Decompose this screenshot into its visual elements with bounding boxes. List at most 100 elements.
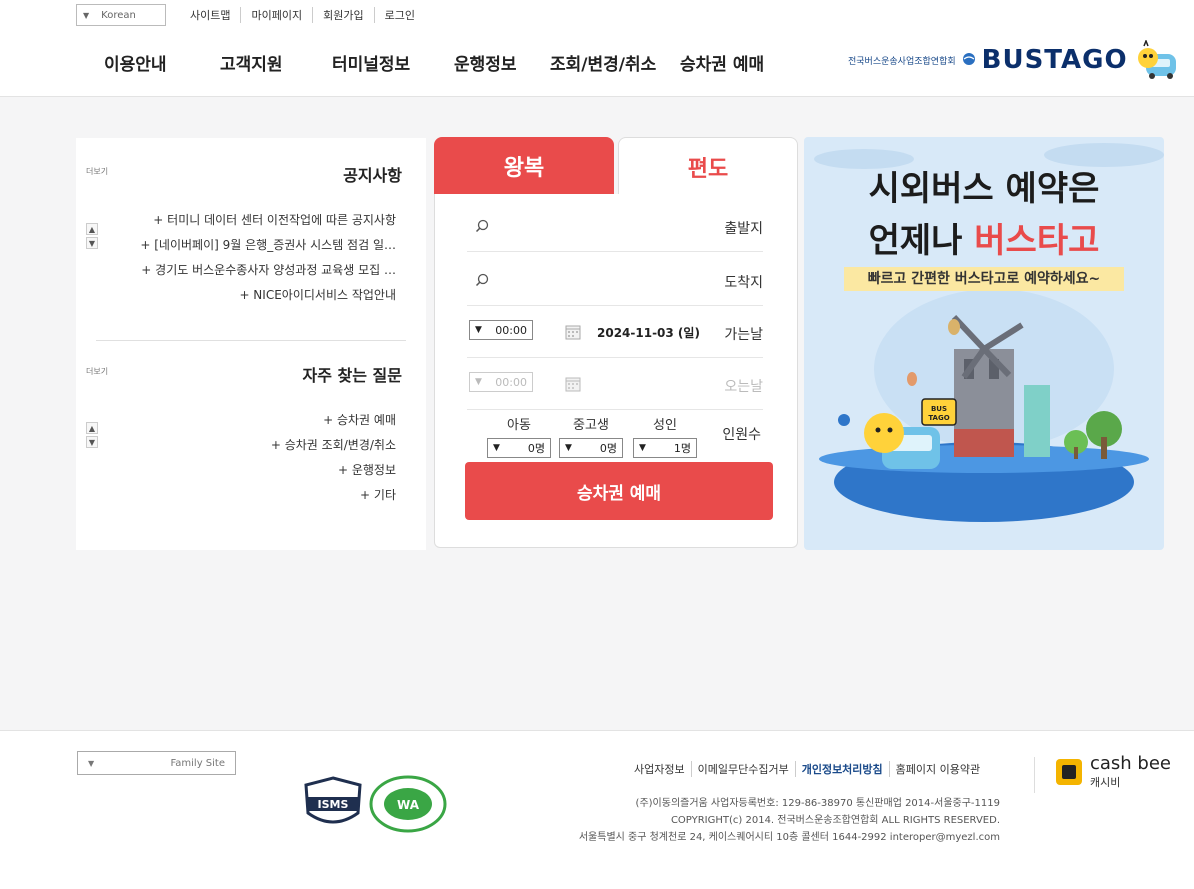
student-label: 중고생 — [573, 418, 609, 433]
notice-title: 공지사항 — [343, 166, 402, 185]
faq-item[interactable]: + 운행정보 — [271, 458, 396, 483]
faq-item[interactable]: + 승차권 조회/변경/취소 — [271, 433, 396, 458]
depart-date-label: 가는날 — [724, 327, 763, 343]
company-info: (주)이동의즐거움 사업자등록번호: 129-86-38970 통신판매업 20… — [579, 795, 1000, 846]
chevron-down-icon: ▼ — [475, 325, 482, 335]
util-link-login[interactable]: 로그인 — [375, 7, 425, 23]
bus-sign-text: BUS — [931, 405, 947, 413]
chevron-down-icon: ▼ — [475, 377, 482, 387]
depart-time-value: 00:00 — [495, 323, 527, 337]
divider — [1034, 757, 1035, 793]
promo-banner[interactable]: BUS TAGO 시외버스 예약은 언제나 버스타고 빠르고 간편한 버스타고로… — [804, 137, 1164, 550]
chevron-down-icon: ▼ — [565, 443, 572, 453]
chevron-down-icon: ▼ — [88, 758, 95, 768]
header: ▼ Korean 사이트맵 마이페이지 회원가입 로그인 이용안내 고객지원 터… — [0, 0, 1194, 97]
footer-link-business-info[interactable]: 사업자정보 — [628, 761, 692, 777]
company-info-line: (주)이동의즐거움 사업자등록번호: 129-86-38970 통신판매업 20… — [635, 798, 1000, 809]
logo-brand: BUSTAGO — [981, 45, 1128, 75]
cashbee-name: cash bee — [1090, 753, 1172, 774]
depart-time-select[interactable]: ▼ 00:00 — [469, 320, 533, 340]
banner-headline-1: 시외버스 예약은 — [868, 169, 1100, 209]
tab-oneway[interactable]: 편도 — [618, 137, 798, 195]
notice-item[interactable]: + NICE아이디서비스 작업안내 — [140, 283, 396, 308]
adult-value: 1명 — [673, 442, 691, 455]
language-select[interactable]: ▼ Korean — [76, 4, 166, 26]
scroll-down-icon[interactable]: ▼ — [86, 436, 98, 448]
chevron-down-icon: ▼ — [639, 443, 646, 453]
cashbee-sub: 캐시비 — [1090, 776, 1121, 789]
calendar-icon[interactable] — [565, 324, 581, 340]
departure-label: 출발지 — [724, 221, 763, 237]
faq-more-link[interactable]: 더보기 — [86, 366, 108, 377]
arrival-field[interactable]: 도착지 — [467, 254, 763, 306]
adult-label: 성인 — [653, 418, 677, 433]
company-info-line: 서울특별시 중구 청계천로 24, 케이스퀘어시티 10층 콜센터 1644-2… — [578, 832, 1000, 843]
return-time-select[interactable]: ▼ 00:00 — [469, 372, 533, 392]
return-time-value: 00:00 — [495, 375, 527, 389]
family-site-label: Family Site — [170, 757, 225, 769]
svg-text:WA: WA — [397, 798, 420, 812]
adult-select[interactable]: ▼ 1명 — [633, 438, 697, 458]
footer-link-terms[interactable]: 홈페이지 이용약관 — [890, 761, 986, 777]
student-select[interactable]: ▼ 0명 — [559, 438, 623, 458]
footer-link-privacy[interactable]: 개인정보처리방침 — [796, 761, 890, 777]
notice-item[interactable]: + 터미니 데이터 센터 이전작업에 따른 공지사항 — [140, 208, 396, 233]
scroll-down-icon[interactable]: ▼ — [86, 237, 98, 249]
child-label: 아동 — [507, 418, 531, 433]
search-icon[interactable] — [475, 272, 489, 287]
student-value: 0명 — [599, 442, 617, 455]
nav-terminal[interactable]: 터미널정보 — [332, 50, 410, 75]
child-select[interactable]: ▼ 0명 — [487, 438, 551, 458]
cashbee-logo: cash bee 캐시비 — [1054, 753, 1171, 790]
notice-panel: 더보기 공지사항 ▲ ▼ + 터미니 데이터 센터 이전작업에 따른 공지사항 … — [76, 138, 426, 550]
reserve-button[interactable]: 승차권 예매 — [465, 462, 773, 520]
divider — [96, 340, 406, 341]
language-value: Korean — [101, 9, 136, 21]
mascot-icon — [1134, 38, 1178, 80]
logo-subtitle: 전국버스운송사업조합연합회 — [848, 56, 956, 67]
return-date-label: 오는날 — [724, 379, 763, 395]
banner-subline: 빠르고 간편한 버스타고로 예약하세요~ — [844, 267, 1124, 291]
util-link-sitemap[interactable]: 사이트맵 — [180, 7, 242, 23]
footer-link-no-email[interactable]: 이메일무단수집거부 — [692, 761, 796, 777]
isms-cert-icon: ISMS — [300, 775, 366, 837]
util-link-signup[interactable]: 회원가입 — [313, 7, 375, 23]
search-icon[interactable] — [475, 218, 489, 233]
departure-field[interactable]: 출발지 — [467, 200, 763, 252]
notice-more-link[interactable]: 더보기 — [86, 166, 108, 177]
wa-cert-icon: WA — [368, 775, 448, 837]
calendar-icon[interactable] — [565, 376, 581, 392]
nav-guide[interactable]: 이용안내 — [104, 50, 167, 75]
globe-icon — [962, 51, 976, 70]
tab-roundtrip[interactable]: 왕복 — [434, 137, 614, 195]
faq-list: + 승차권 예매 + 승차권 조회/변경/취소 + 운행정보 + 기타 — [271, 408, 396, 508]
notice-item[interactable]: + 경기도 버스운수종사자 양성과정 교육생 모집 … — [140, 258, 396, 283]
util-links: 사이트맵 마이페이지 회원가입 로그인 — [180, 7, 425, 23]
chevron-down-icon: ▼ — [493, 443, 500, 453]
faq-item[interactable]: + 승차권 예매 — [271, 408, 396, 433]
nav-support[interactable]: 고객지원 — [220, 50, 283, 75]
scroll-up-icon[interactable]: ▲ — [86, 422, 98, 434]
notice-item[interactable]: + [네이버페이] 9월 은행_증권사 시스템 점검 일… — [140, 233, 396, 258]
nav-schedule[interactable]: 운행정보 — [454, 50, 517, 75]
company-info-line: COPYRIGHT(c) 2014. 전국버스운송조합연합회 ALL RIGHT… — [670, 815, 1000, 826]
footer-links: 사업자정보 이메일무단수집거부 개인정보처리방침 홈페이지 이용약관 — [628, 761, 986, 777]
family-site-select[interactable]: ▼ Family Site — [77, 751, 236, 775]
util-link-mypage[interactable]: 마이페이지 — [241, 7, 314, 23]
faq-title: 자주 찾는 질문 — [302, 366, 402, 385]
cashbee-icon — [1056, 758, 1082, 785]
scroll-up-icon[interactable]: ▲ — [86, 223, 98, 235]
arrival-label: 도착지 — [724, 275, 763, 291]
depart-date-value[interactable]: 2024-11-03 (일) — [597, 324, 700, 341]
faq-item[interactable]: + 기타 — [271, 483, 396, 508]
chevron-down-icon: ▼ — [83, 10, 90, 20]
child-value: 0명 — [527, 442, 545, 455]
depart-date-row: ▼ 00:00 2024-11-03 (일) 가는날 — [467, 306, 763, 358]
booking-panel: 왕복 편도 출발지 도착지 ▼ 00:00 2024-11-03 (일) 가는날 — [434, 137, 798, 548]
notice-list: + 터미니 데이터 센터 이전작업에 따른 공지사항 + [네이버페이] 9월 … — [140, 208, 396, 308]
svg-text:ISMS: ISMS — [318, 798, 349, 811]
site-logo[interactable]: 전국버스운송사업조합연합회 BUSTAGO — [848, 38, 1178, 80]
passenger-label: 인원수 — [722, 427, 761, 443]
nav-booking[interactable]: 승차권 예매 — [680, 50, 764, 75]
nav-lookup[interactable]: 조회/변경/취소 — [550, 50, 656, 75]
